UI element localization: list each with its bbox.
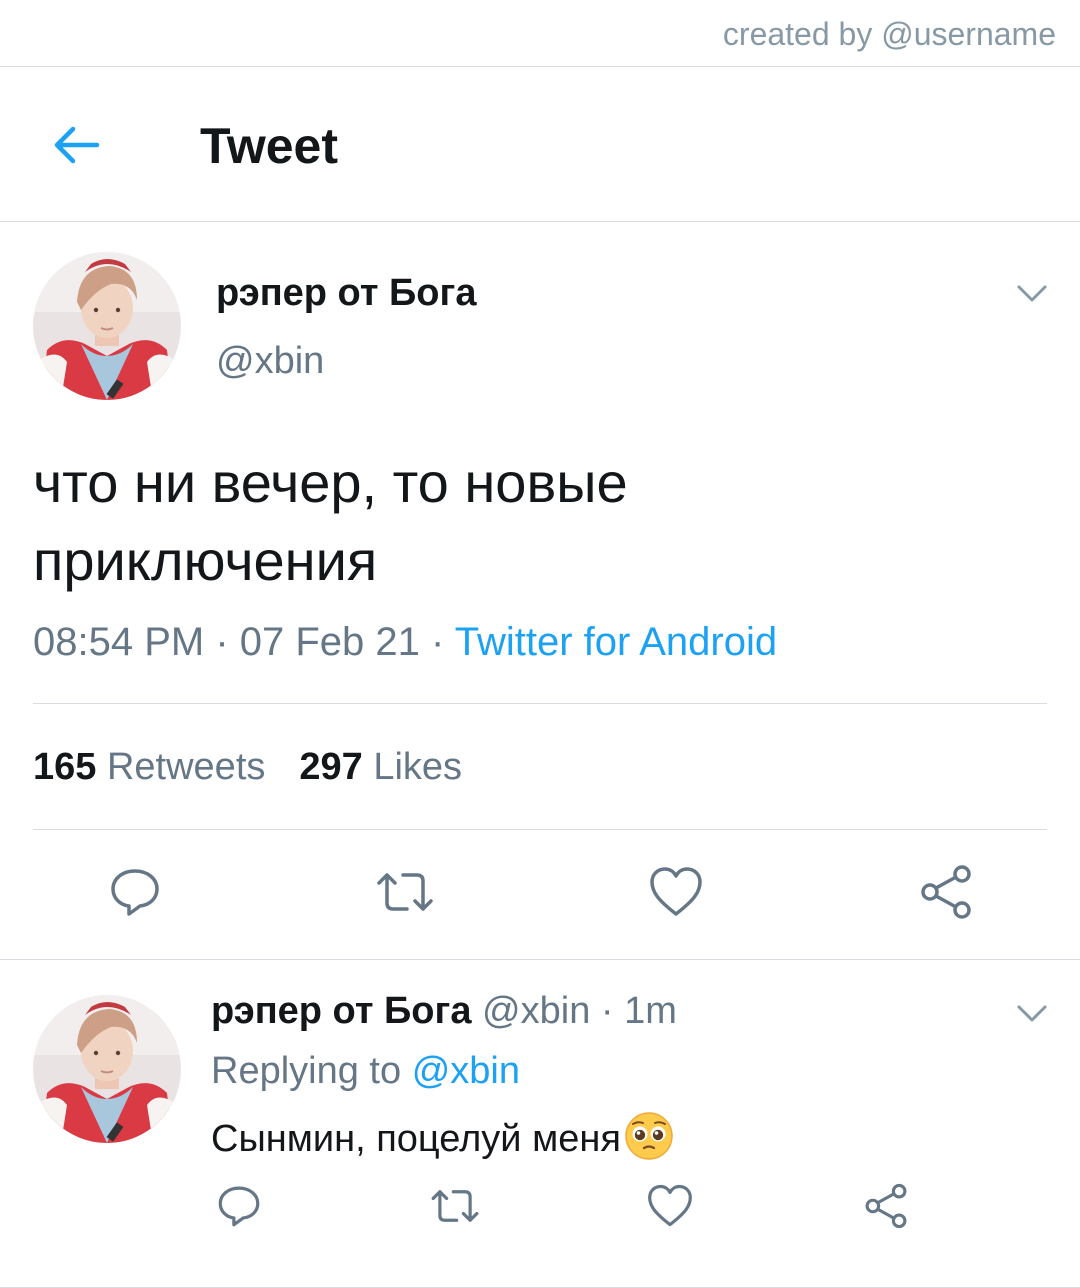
arrow-left-icon — [54, 126, 100, 164]
reply-author-name[interactable]: рэпер от Бога — [211, 990, 471, 1032]
reply-menu-button[interactable] — [1012, 994, 1052, 1034]
chevron-down-icon — [1017, 1005, 1047, 1022]
share-icon — [865, 1183, 907, 1229]
back-button[interactable] — [48, 117, 104, 173]
replying-to: Replying to @xbin — [211, 1050, 520, 1093]
meta-separator: · — [204, 620, 240, 664]
top-app-bar: Tweet — [0, 67, 1080, 222]
retweets-stat[interactable]: 165 Retweets — [33, 746, 265, 788]
retweet-button[interactable] — [423, 1174, 487, 1238]
reply-text: Сынмин, поцелуй меня — [211, 1110, 675, 1172]
avatar[interactable] — [33, 252, 181, 400]
replying-to-mention[interactable]: @xbin — [412, 1050, 520, 1092]
reply-tweet[interactable]: рэпер от Бога @xbin · 1m Replying to @xb… — [0, 960, 1080, 1288]
reply-separator: · — [590, 990, 625, 1032]
pleading-face-emoji — [623, 1110, 675, 1172]
like-button[interactable] — [638, 1174, 702, 1238]
likes-label: Likes — [373, 746, 463, 788]
reply-author-handle[interactable]: @xbin — [482, 990, 590, 1032]
reply-time: 1m — [624, 990, 677, 1032]
reply-button[interactable] — [103, 860, 167, 924]
credit-bar: created by @username — [0, 0, 1080, 67]
replying-to-label: Replying to — [211, 1050, 402, 1092]
like-icon — [648, 1184, 692, 1227]
reply-button[interactable] — [207, 1174, 271, 1238]
share-button[interactable] — [854, 1174, 918, 1238]
author-handle[interactable]: @xbin — [216, 340, 324, 383]
retweet-button[interactable] — [373, 860, 437, 924]
tweet-source-link[interactable]: Twitter for Android — [455, 620, 777, 664]
divider — [33, 703, 1047, 704]
meta-separator: · — [419, 620, 455, 664]
avatar[interactable] — [33, 995, 181, 1143]
like-button[interactable] — [644, 860, 708, 924]
divider — [33, 829, 1047, 830]
retweets-count: 165 — [33, 746, 97, 788]
tweet-stats: 165 Retweets 297 Likes — [33, 746, 462, 789]
tweet-text-line: приключения — [33, 529, 378, 592]
main-tweet: рэпер от Бога @xbin что ни вечер, то нов… — [0, 222, 1080, 960]
like-icon — [650, 867, 702, 916]
tweet-meta: 08:54 PM · 07 Feb 21 · Twitter for Andro… — [33, 620, 777, 665]
tweet-text: что ни вечер, то новые приключения — [33, 444, 1033, 600]
reply-text-body: Сынмин, поцелуй меня — [211, 1118, 621, 1161]
retweets-label: Retweets — [106, 746, 266, 788]
author-name[interactable]: рэпер от Бога — [216, 272, 476, 315]
reply-icon — [111, 869, 159, 916]
retweet-icon — [431, 1190, 479, 1222]
retweet-icon — [377, 873, 433, 911]
likes-count: 297 — [299, 746, 363, 788]
tweet-time: 08:54 PM — [33, 620, 205, 664]
avatar-image — [33, 995, 181, 1143]
avatar-image — [33, 252, 181, 400]
watermark-credit: created by @username — [722, 16, 1056, 52]
share-button[interactable] — [914, 860, 978, 924]
tweet-text-line: что ни вечер, то новые — [33, 451, 628, 514]
tweet-menu-button[interactable] — [1012, 274, 1052, 314]
share-icon — [921, 865, 971, 919]
reply-icon — [218, 1186, 260, 1227]
reply-header: рэпер от Бога @xbin · 1m — [211, 990, 677, 1033]
likes-stat[interactable]: 297 Likes — [299, 746, 462, 788]
page-title: Tweet — [200, 118, 338, 174]
chevron-down-icon — [1017, 285, 1047, 302]
tweet-date: 07 Feb 21 — [239, 620, 420, 664]
